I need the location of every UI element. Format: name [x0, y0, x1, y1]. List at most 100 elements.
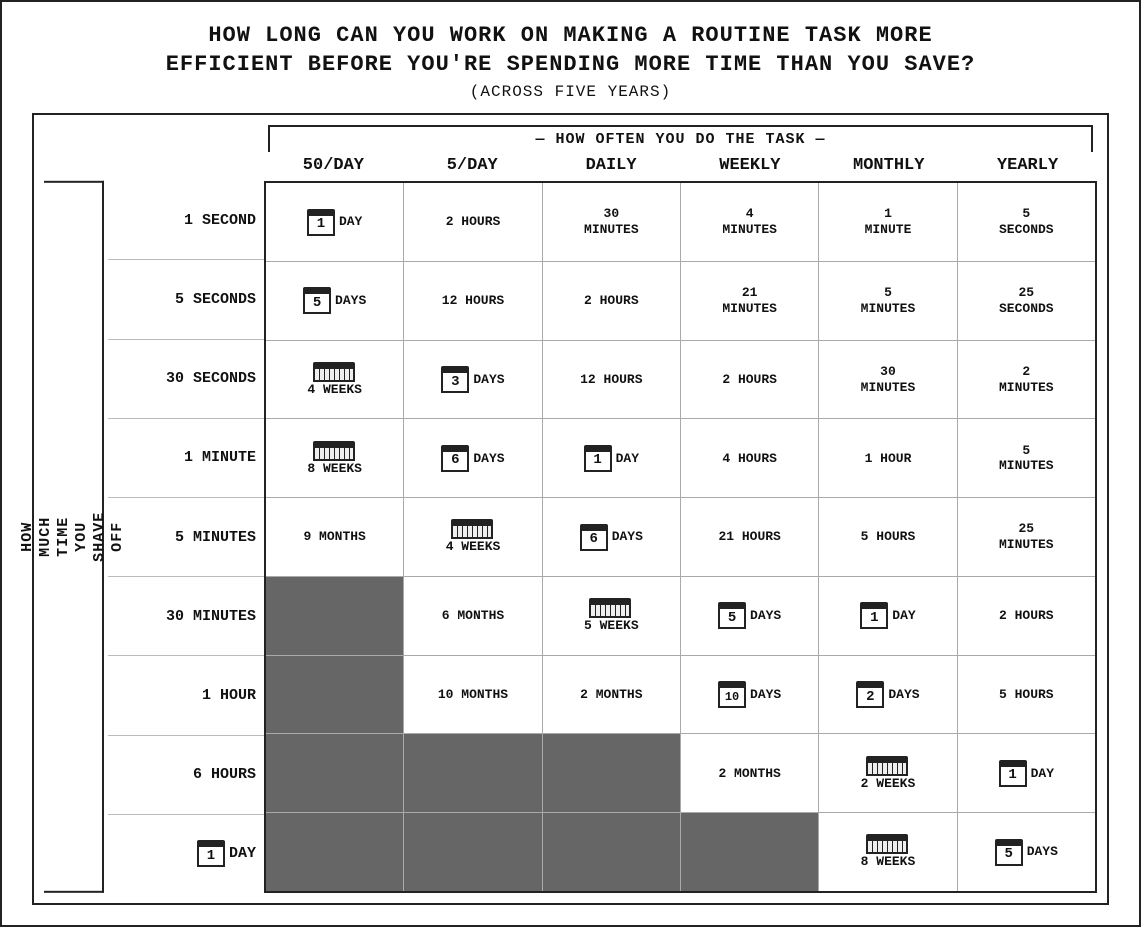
data-row-30sec: 4 Weeks 3 Days [266, 341, 1095, 420]
cell-1min-5day: 6 Days [404, 419, 542, 497]
cell-1sec-5day: 2 Hours [404, 183, 542, 261]
row-labels: 1 Second 5 Seconds 30 Seconds 1 Minute 5… [108, 181, 264, 893]
cal-top [197, 840, 225, 847]
cell-5min-yearly: 25Minutes [958, 498, 1095, 576]
grid-area: HOWMUCHTIMEYOUSHAVEOFF 1 Second 5 Second… [44, 181, 1097, 893]
data-row-5min: 9 Months 4 Weeks [266, 498, 1095, 577]
cell-30min-yearly: 2 Hours [958, 577, 1095, 655]
cell-5min-weekly: 21 Hours [681, 498, 819, 576]
cell-1min-yearly: 5Minutes [958, 419, 1095, 497]
cell-30min-5day: 6 Months [404, 577, 542, 655]
row-label-30sec: 30 Seconds [108, 340, 264, 419]
cal-icon-6days: 6 [441, 445, 469, 472]
cell-5min-50day: 9 Months [266, 498, 404, 576]
cell-5sec-monthly: 5Minutes [819, 262, 957, 340]
cell-5sec-daily: 2 Hours [543, 262, 681, 340]
cal-icon-1day-v2: 1 [584, 445, 612, 472]
cell-1day-yearly: 5 Days [958, 813, 1095, 891]
page-container: HOW LONG CAN YOU WORK ON MAKING A ROUTIN… [0, 0, 1141, 927]
col-header-5day: 5/Day [403, 152, 542, 179]
cell-30sec-daily: 12 Hours [543, 341, 681, 419]
chart-outer: — How Often You Do the Task — 50/Day 5/D… [32, 113, 1109, 905]
cell-5min-5day: 4 Weeks [404, 498, 542, 576]
cell-1day-weekly [681, 813, 819, 891]
bar-icon-5weeks [589, 598, 631, 618]
cell-1sec-50day: 1 Day [266, 183, 404, 261]
cell-1hr-daily: 2 Months [543, 656, 681, 734]
col-headers: 50/Day 5/Day Daily Weekly Monthly Yearly [264, 152, 1097, 179]
sub-title: (Across Five Years) [470, 83, 671, 101]
cell-1min-daily: 1 Day [543, 419, 681, 497]
cell-30sec-5day: 3 Days [404, 341, 542, 419]
cell-5min-daily: 6 Days [543, 498, 681, 576]
row-label-1min: 1 Minute [108, 419, 264, 498]
cell-5sec-50day: 5 Days [266, 262, 404, 340]
col-header-50day: 50/Day [264, 152, 403, 179]
row-1day-cal-icon: 1 [197, 840, 225, 867]
col-header-yearly: Yearly [958, 152, 1097, 179]
data-row-5sec: 5 Days 12 Hours 2 Hours 21Minute [266, 262, 1095, 341]
row-label-5min: 5 Minutes [108, 498, 264, 577]
cell-5sec-weekly: 21Minutes [681, 262, 819, 340]
cal-icon-2days: 2 [856, 681, 884, 708]
data-row-1hr: 10 Months 2 Months 10 Days [266, 656, 1095, 735]
data-grid: 1 Day 2 Hours 30Minutes 4Minutes [264, 181, 1097, 893]
cell-5sec-5day: 12 Hours [404, 262, 542, 340]
cell-1hr-yearly: 5 Hours [958, 656, 1095, 734]
cell-5min-monthly: 5 Hours [819, 498, 957, 576]
cell-1hr-monthly: 2 Days [819, 656, 957, 734]
cell-1min-50day: 8 Weeks [266, 419, 404, 497]
frequency-header: — How Often You Do the Task — 50/Day 5/D… [264, 125, 1097, 179]
cell-6hr-50day [266, 734, 404, 812]
bar-icon-8weeks-v2 [866, 834, 908, 854]
cell-1sec-weekly: 4Minutes [681, 183, 819, 261]
cal-icon-5days: 5 [303, 287, 331, 314]
spacer [44, 125, 264, 179]
cal-body: 1 [197, 847, 225, 867]
row-label-6hr: 6 Hours [108, 736, 264, 815]
cell-30min-monthly: 1 Day [819, 577, 957, 655]
cal-icon-1day-v4: 1 [999, 760, 1027, 787]
cell-1sec-yearly: 5Seconds [958, 183, 1095, 261]
cell-1min-monthly: 1 Hour [819, 419, 957, 497]
cal-icon-3days: 3 [441, 366, 469, 393]
col-header-monthly: Monthly [819, 152, 958, 179]
cell-1day-50day [266, 813, 404, 891]
header-section: — How Often You Do the Task — 50/Day 5/D… [44, 125, 1097, 179]
cal-icon-5days-v2: 5 [995, 839, 1023, 866]
cell-1hr-50day [266, 656, 404, 734]
chart-inner: — How Often You Do the Task — 50/Day 5/D… [44, 125, 1097, 893]
col-header-daily: Daily [542, 152, 681, 179]
main-title: HOW LONG CAN YOU WORK ON MAKING A ROUTIN… [166, 22, 976, 79]
cell-30min-daily: 5 Weeks [543, 577, 681, 655]
cell-1sec-daily: 30Minutes [543, 183, 681, 261]
cell-1hr-weekly: 10 Days [681, 656, 819, 734]
col-header-weekly: Weekly [680, 152, 819, 179]
cell-1day-5day [404, 813, 542, 891]
how-much-label: HOWMUCHTIMEYOUSHAVEOFF [44, 181, 104, 893]
cell-1sec-monthly: 1Minute [819, 183, 957, 261]
cell-6hr-weekly: 2 Months [681, 734, 819, 812]
cell-30sec-50day: 4 Weeks [266, 341, 404, 419]
cal-icon-6days-v2: 6 [580, 524, 608, 551]
cal-icon-10days: 10 [718, 681, 746, 708]
row-label-5sec: 5 Seconds [108, 260, 264, 339]
data-row-1sec: 1 Day 2 Hours 30Minutes 4Minutes [266, 183, 1095, 262]
cell-1hr-5day: 10 Months [404, 656, 542, 734]
cell-1min-weekly: 4 Hours [681, 419, 819, 497]
how-often-label: — How Often You Do the Task — [268, 125, 1093, 152]
data-row-30min: 6 Months 5 Weeks [266, 577, 1095, 656]
cell-6hr-daily [543, 734, 681, 812]
bar-icon-4weeks-v2 [451, 519, 493, 539]
cell-1day-monthly: 8 Weeks [819, 813, 957, 891]
data-row-6hr: 2 Months 2 Weeks [266, 734, 1095, 813]
row-label-1hr: 1 Hour [108, 656, 264, 735]
cell-30min-weekly: 5 Days [681, 577, 819, 655]
cell-5sec-yearly: 25Seconds [958, 262, 1095, 340]
cell-6hr-monthly: 2 Weeks [819, 734, 957, 812]
cell-30sec-monthly: 30Minutes [819, 341, 957, 419]
row-label-1day: 1 Day [108, 815, 264, 893]
cell-30sec-yearly: 2Minutes [958, 341, 1095, 419]
cal-icon-5days: 5 [718, 602, 746, 629]
data-row-1min: 8 Weeks 6 Days [266, 419, 1095, 498]
